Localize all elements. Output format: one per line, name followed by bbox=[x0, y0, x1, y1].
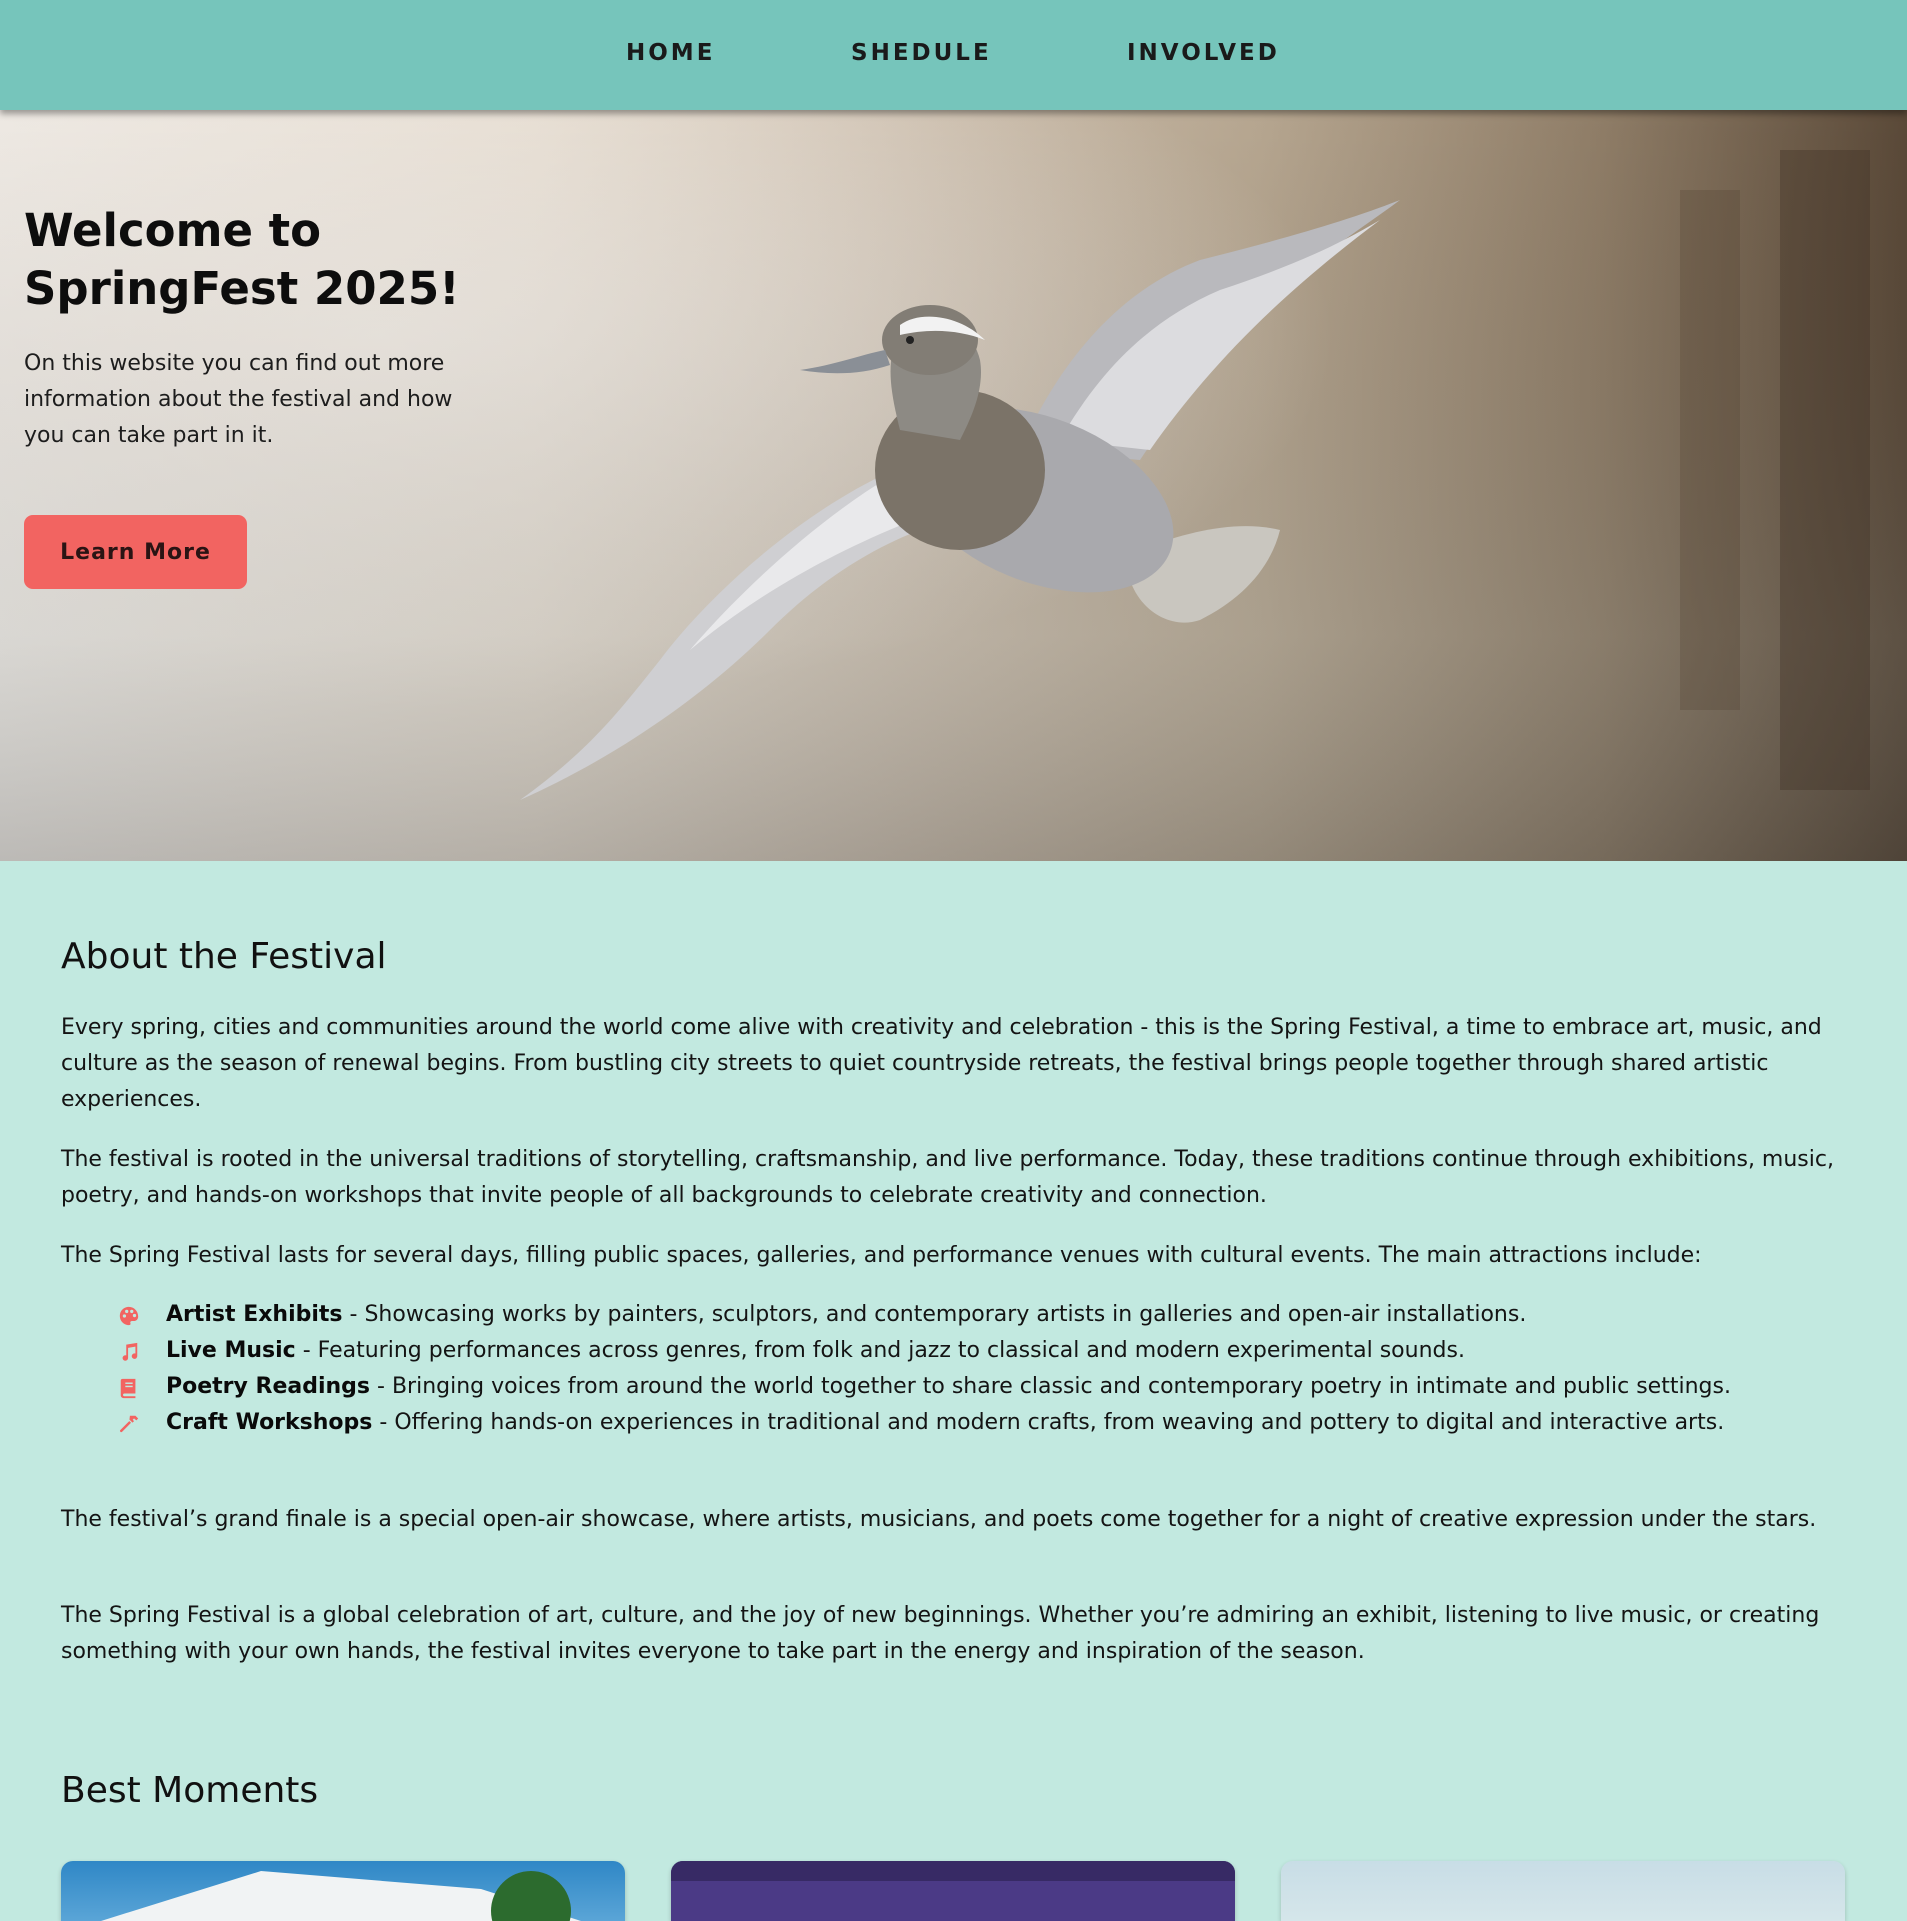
attractions-list: Artist Exhibits - Showcasing works by pa… bbox=[118, 1297, 1858, 1441]
attraction-name: Live Music bbox=[166, 1338, 296, 1363]
music-note-icon bbox=[122, 1342, 138, 1361]
moment-card-image[interactable] bbox=[1281, 1861, 1845, 1921]
about-paragraph: The Spring Festival lasts for several da… bbox=[61, 1243, 1702, 1268]
hammer-icon bbox=[120, 1415, 139, 1433]
attraction-name: Craft Workshops bbox=[166, 1410, 373, 1435]
attraction-name: Poetry Readings bbox=[166, 1374, 371, 1399]
about-paragraph: The festival’s grand finale is a special… bbox=[61, 1507, 1817, 1532]
nav-home-link[interactable]: HOME bbox=[626, 40, 715, 66]
about-title: About the Festival bbox=[61, 936, 387, 977]
palette-icon bbox=[119, 1306, 139, 1326]
attraction-description: - Offering hands-on experiences in tradi… bbox=[372, 1410, 1725, 1435]
book-icon bbox=[120, 1378, 136, 1399]
flying-duck-image bbox=[520, 200, 1400, 800]
moment-card-image[interactable] bbox=[671, 1861, 1235, 1921]
moment-card-image[interactable] bbox=[61, 1861, 625, 1921]
attraction-description: - Bringing voices from around the world … bbox=[370, 1374, 1731, 1399]
attraction-name: Artist Exhibits bbox=[166, 1302, 343, 1327]
hero-banner: Welcome to SpringFest 2025! On this webs… bbox=[0, 110, 1907, 861]
about-paragraph: Every spring, cities and communities aro… bbox=[61, 1015, 1822, 1112]
nav-involved-link[interactable]: INVOLVED bbox=[1127, 40, 1280, 66]
list-item: Poetry Readings - Bringing voices from a… bbox=[118, 1369, 1858, 1405]
list-item: Artist Exhibits - Showcasing works by pa… bbox=[118, 1297, 1858, 1333]
list-item: Live Music - Featuring performances acro… bbox=[118, 1333, 1858, 1369]
best-moments-title: Best Moments bbox=[61, 1770, 319, 1811]
hero-title: Welcome to SpringFest 2025! bbox=[24, 204, 460, 315]
hero-description: On this website you can find out more in… bbox=[24, 351, 453, 448]
tent-photo bbox=[101, 1871, 581, 1921]
about-paragraph: The Spring Festival is a global celebrat… bbox=[61, 1603, 1820, 1664]
attraction-description: - Featuring performances across genres, … bbox=[295, 1338, 1465, 1363]
lavender-photo bbox=[671, 1861, 1235, 1921]
nav-schedule-link[interactable]: SHEDULE bbox=[851, 40, 992, 66]
list-item: Craft Workshops - Offering hands-on expe… bbox=[118, 1405, 1858, 1441]
top-navbar: HOME SHEDULE INVOLVED bbox=[0, 0, 1907, 110]
about-paragraph: The festival is rooted in the universal … bbox=[61, 1147, 1834, 1208]
attraction-description: - Showcasing works by painters, sculptor… bbox=[342, 1302, 1527, 1327]
learn-more-button[interactable]: Learn More bbox=[24, 515, 247, 589]
